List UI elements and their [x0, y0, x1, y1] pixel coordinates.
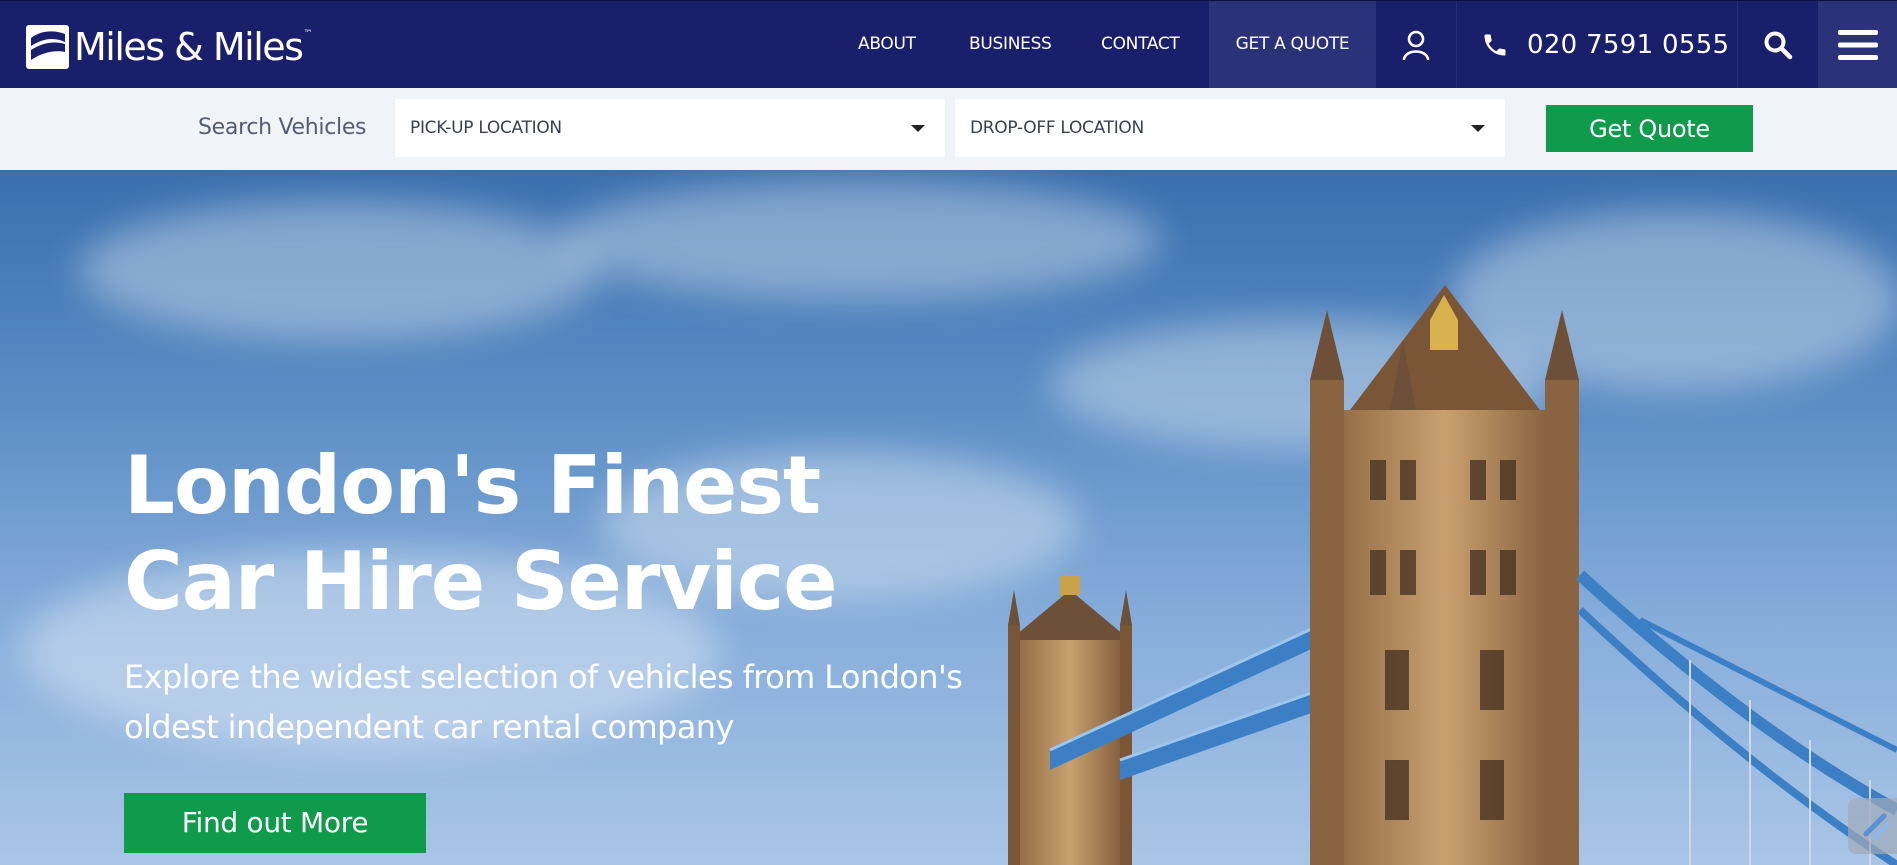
hero-subtitle: Explore the widest selection of vehicles… [124, 658, 963, 746]
nav-contact[interactable]: CONTACT [1101, 1, 1180, 89]
hamburger-menu-icon [1837, 30, 1878, 60]
dropoff-location-select[interactable]: DROP-OFF LOCATION [955, 99, 1505, 157]
nav-about[interactable]: ABOUT [858, 1, 916, 89]
account-button[interactable] [1376, 1, 1456, 89]
hero-title: London's Finest Car Hire Service [124, 438, 838, 630]
menu-button[interactable] [1818, 1, 1897, 89]
cloud-decoration [80, 200, 600, 340]
find-out-more-button[interactable]: Find out More [124, 793, 426, 853]
pickup-location-select[interactable]: PICK-UP LOCATION [395, 99, 945, 157]
phone-contact[interactable]: 020 7591 0555 [1457, 1, 1737, 89]
dropoff-location-placeholder: DROP-OFF LOCATION [970, 118, 1144, 138]
phone-number: 020 7591 0555 [1527, 30, 1730, 60]
trademark-symbol: ™ [303, 29, 313, 39]
tower-bridge-image [1008, 285, 1897, 865]
recaptcha-icon [1863, 813, 1891, 841]
brand-logo[interactable]: Miles & Miles ™ [25, 24, 312, 70]
caret-down-icon [1471, 125, 1485, 132]
hero-title-line1: London's Finest [124, 439, 821, 532]
brand-name: Miles & Miles [74, 25, 304, 69]
pickup-location-placeholder: PICK-UP LOCATION [410, 118, 562, 138]
recaptcha-badge[interactable] [1848, 798, 1897, 854]
phone-icon [1484, 34, 1506, 56]
vehicle-search-bar: Search Vehicles PICK-UP LOCATION DROP-OF… [0, 88, 1897, 170]
search-icon [1764, 31, 1792, 60]
hero-banner: London's Finest Car Hire Service Explore… [0, 170, 1897, 865]
hero-title-line2: Car Hire Service [124, 535, 838, 628]
nav-business[interactable]: BUSINESS [969, 1, 1052, 89]
miles-logo-icon [26, 25, 69, 69]
nav-get-a-quote[interactable]: GET A QUOTE [1209, 1, 1376, 89]
user-icon [1402, 30, 1430, 60]
caret-down-icon [911, 125, 925, 132]
get-quote-button[interactable]: Get Quote [1546, 105, 1753, 152]
search-vehicles-label: Search Vehicles [198, 115, 367, 140]
search-button[interactable] [1737, 1, 1818, 89]
site-header: Miles & Miles ™ ABOUT BUSINESS CONTACT G… [0, 0, 1897, 89]
